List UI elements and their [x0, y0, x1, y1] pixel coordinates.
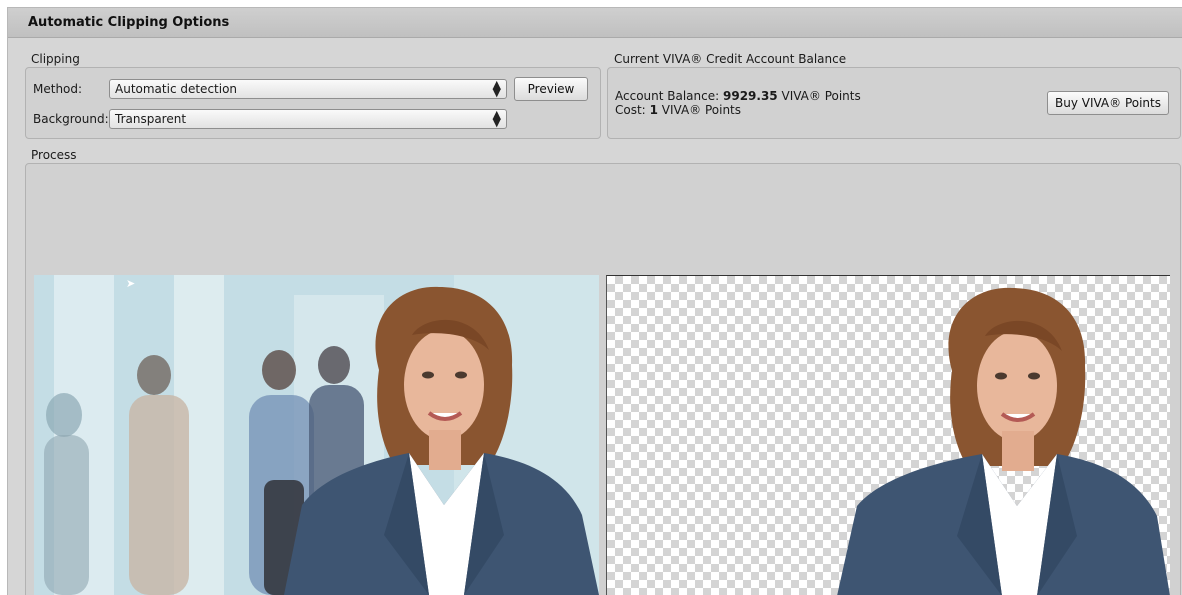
original-image: ➤ — [34, 275, 599, 595]
select-arrows-icon: ▲ ▼ — [492, 108, 501, 129]
account-groupbox: Account Balance: 9929.35 VIVA® Points Co… — [607, 67, 1181, 139]
method-label: Method: — [33, 82, 83, 96]
preview-button[interactable]: Preview — [514, 77, 588, 101]
original-portrait-graphic — [34, 275, 599, 595]
balance-unit: VIVA® Points — [781, 89, 861, 103]
account-balance-text: Account Balance: 9929.35 VIVA® Points Co… — [615, 89, 861, 117]
balance-value: 9929.35 — [723, 89, 778, 103]
mouse-cursor-icon: ➤ — [126, 277, 136, 290]
clipping-section-label: Clipping — [31, 52, 80, 66]
method-select-value: Automatic detection — [115, 82, 238, 96]
background-select-value: Transparent — [115, 112, 187, 126]
clipping-options-dialog: Automatic Clipping Options Clipping Meth… — [7, 7, 1182, 595]
cost-prefix: Cost: — [615, 103, 646, 117]
balance-prefix: Account Balance: — [615, 89, 720, 103]
buy-points-button[interactable]: Buy VIVA® Points — [1047, 91, 1169, 115]
cost-unit: VIVA® Points — [661, 103, 742, 117]
select-arrows-icon: ▲ ▼ — [492, 78, 501, 99]
method-select[interactable]: Automatic detection ▲ ▼ — [109, 79, 507, 99]
title-bar: Automatic Clipping Options — [8, 8, 1182, 38]
clipping-groupbox: Method: Automatic detection ▲ ▼ Preview B… — [25, 67, 601, 139]
account-section-label: Current VIVA® Credit Account Balance — [614, 52, 847, 66]
cost-value: 1 — [649, 103, 658, 117]
process-section-label: Process — [31, 148, 77, 162]
clipped-image — [606, 275, 1170, 595]
dialog-title: Automatic Clipping Options — [28, 15, 230, 30]
background-label: Background: — [33, 112, 109, 126]
clipped-portrait-graphic — [837, 287, 1170, 595]
background-select[interactable]: Transparent ▲ ▼ — [109, 109, 507, 129]
